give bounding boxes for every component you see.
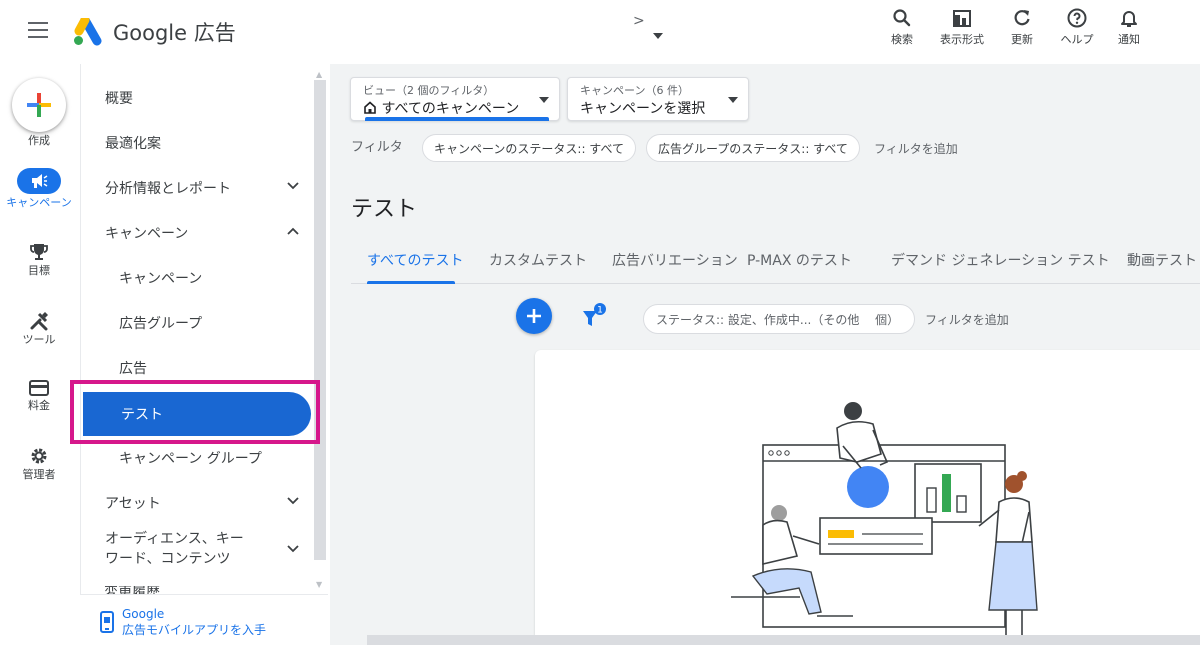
nav-item-campaign-groups[interactable]: キャンペーン グループ	[81, 438, 313, 478]
svg-text:1: 1	[597, 306, 603, 316]
filter-funnel-icon: 1	[583, 303, 606, 326]
plus-icon	[527, 309, 541, 323]
filter-toggle[interactable]: 1	[581, 302, 609, 334]
help-button[interactable]: ヘルプ	[1052, 8, 1102, 56]
nav-item-audiences-keywords[interactable]: オーディエンス、キーワード、コンテンツ	[81, 525, 313, 573]
scroll-up-icon[interactable]: ▲	[316, 70, 322, 79]
view-format-icon	[953, 10, 971, 27]
tab-video-experiments[interactable]: 動画テスト	[1127, 250, 1197, 270]
app-promo-text: Google 広告モバイルアプリを入手	[122, 607, 267, 637]
rail-item-tools[interactable]: ツール	[0, 311, 78, 346]
brand-title: Google 広告	[113, 21, 236, 45]
create-label: 作成	[28, 134, 50, 147]
status-filter-chip[interactable]: ステータス:: 設定、作成中...（その他 個）	[643, 304, 915, 334]
trophy-icon	[30, 244, 48, 260]
nav-item-ad-groups[interactable]: 広告グループ	[81, 303, 313, 343]
mobile-app-promo[interactable]: Google 広告モバイルアプリを入手	[80, 594, 328, 645]
filter-chip-adgroup-status[interactable]: 広告グループのステータス:: すべて	[646, 134, 860, 162]
main-horizontal-scrollbar[interactable]	[367, 635, 1200, 645]
credit-card-icon	[29, 380, 49, 396]
rail-item-goals[interactable]: 目標	[0, 242, 78, 277]
chevron-down-icon	[287, 182, 299, 190]
search-button[interactable]: 検索	[877, 8, 927, 56]
add-filter-button-2[interactable]: フィルタを追加	[925, 311, 1009, 328]
scroll-down-icon[interactable]: ▼	[316, 580, 322, 589]
view-format-button[interactable]: 表示形式	[937, 8, 987, 56]
sub-navigation: 概要 最適化案 分析情報とレポート キャンペーン キャンペーン 広告グループ 広…	[80, 64, 328, 645]
tab-all-experiments[interactable]: すべてのテスト	[367, 250, 463, 270]
help-icon	[1067, 8, 1087, 28]
breadcrumb-arrow: >	[633, 13, 645, 29]
tools-icon	[30, 312, 48, 331]
chevron-down-icon	[287, 497, 299, 505]
filter-chip-campaign-status[interactable]: キャンペーンのステータス:: すべて	[422, 134, 636, 162]
create-button[interactable]	[12, 78, 66, 132]
refresh-button[interactable]: 更新	[997, 8, 1047, 56]
phone-icon	[100, 611, 114, 633]
subnav-scrollbar[interactable]	[314, 80, 326, 560]
tab-ad-variations[interactable]: 広告バリエーション	[612, 250, 738, 270]
view-picker-underline	[365, 117, 549, 121]
active-tab-indicator	[367, 281, 455, 284]
megaphone-icon	[32, 174, 48, 188]
top-bar: Google 広告 > 検索 表示形式 更新 ヘルプ 通知	[0, 0, 1200, 64]
home-icon	[364, 101, 376, 114]
view-picker[interactable]: ビュー（2 個のフィルタ） すべてのキャンペーン	[350, 77, 560, 121]
notifications-button[interactable]: 通知	[1104, 8, 1154, 56]
nav-item-campaigns[interactable]: キャンペーン	[81, 258, 313, 298]
nav-item-insights-reports[interactable]: 分析情報とレポート	[81, 168, 313, 208]
search-icon	[893, 9, 911, 27]
rail-item-admin[interactable]: 管理者	[0, 446, 78, 481]
campaign-picker[interactable]: キャンペーン（6 件） キャンペーンを選択	[567, 77, 749, 121]
empty-state-illustration	[731, 402, 1038, 635]
plus-icon	[27, 93, 51, 117]
left-rail: 作成 キャンペーン 目標 ツール 料金 管理者	[0, 64, 80, 645]
page-title: テスト	[351, 197, 418, 222]
chevron-down-icon	[287, 545, 299, 553]
highlight-annotation	[70, 380, 320, 444]
rail-item-campaigns[interactable]: キャンペーン	[0, 168, 78, 209]
breadcrumb-dropdown-icon[interactable]	[653, 33, 663, 39]
main-content: ビュー（2 個のフィルタ） すべてのキャンペーン キャンペーン（6 件） キャン…	[330, 64, 1200, 645]
nav-item-overview[interactable]: 概要	[81, 78, 313, 118]
bell-icon	[1121, 11, 1137, 27]
experiments-empty-state-card	[535, 350, 1200, 635]
gear-icon	[31, 448, 47, 464]
filter-title: フィルタ	[351, 140, 403, 155]
add-experiment-button[interactable]	[516, 298, 552, 334]
nav-item-recommendations[interactable]: 最適化案	[81, 123, 313, 163]
view-picker-caret-icon	[539, 97, 549, 103]
tab-custom-experiments[interactable]: カスタムテスト	[489, 250, 587, 270]
tab-demand-gen-experiments[interactable]: デマンド ジェネレーション テスト	[891, 250, 1110, 270]
campaign-picker-caret-icon	[728, 97, 738, 103]
nav-item-assets[interactable]: アセット	[81, 483, 313, 523]
menu-icon[interactable]	[28, 22, 48, 40]
rail-item-billing[interactable]: 料金	[0, 379, 78, 412]
tab-pmax-experiments[interactable]: P-MAX のテスト	[747, 250, 852, 270]
nav-item-campaigns-group[interactable]: キャンペーン	[81, 213, 313, 253]
experiment-tabs: すべてのテスト カスタムテスト 広告バリエーション P-MAX のテスト デマン…	[351, 234, 1200, 284]
add-filter-button[interactable]: フィルタを追加	[874, 140, 958, 157]
google-ads-logo-icon	[74, 18, 102, 46]
refresh-icon	[1014, 10, 1030, 26]
chevron-up-icon	[287, 227, 299, 235]
